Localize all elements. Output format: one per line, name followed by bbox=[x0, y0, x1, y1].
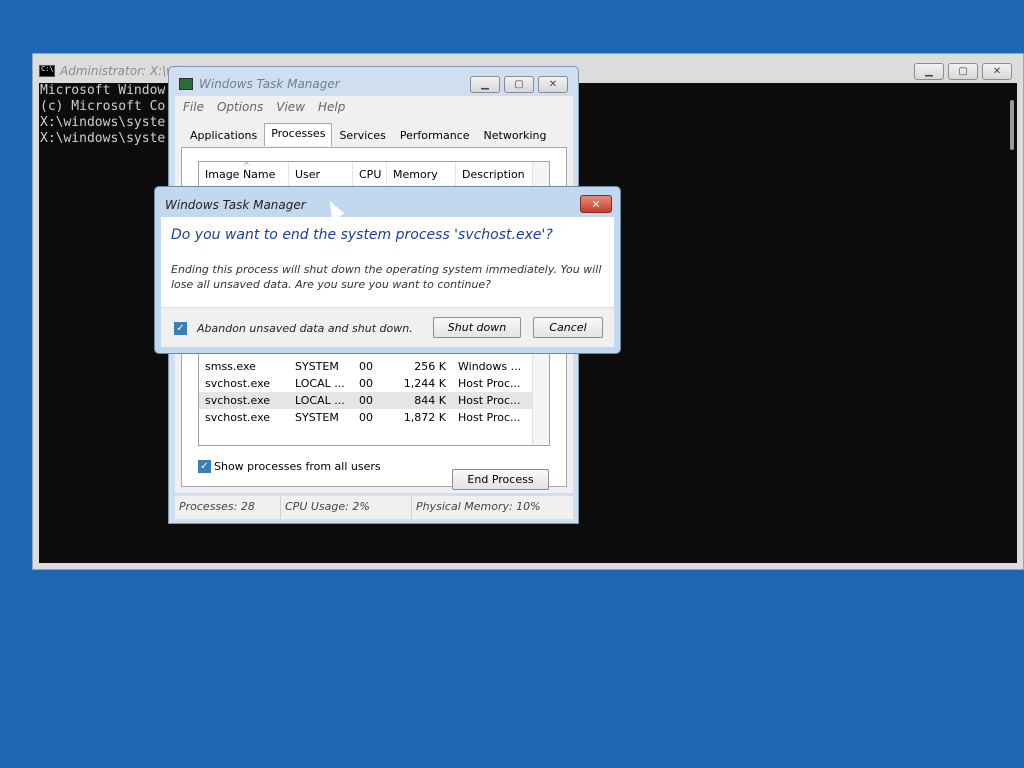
tab-strip: Applications Processes Services Performa… bbox=[183, 123, 554, 147]
column-headers: ^Image Name User Name CPU Memory (... De… bbox=[199, 162, 549, 207]
menu-bar: File Options View Help bbox=[175, 96, 573, 118]
tm-title: Windows Task Manager bbox=[199, 77, 340, 91]
task-manager-icon bbox=[179, 78, 193, 90]
tab-processes[interactable]: Processes bbox=[264, 123, 333, 146]
shut-down-button[interactable]: Shut down bbox=[433, 317, 521, 338]
tab-performance[interactable]: Performance bbox=[393, 125, 477, 146]
end-process-dialog[interactable]: Windows Task Manager ✕ Do you want to en… bbox=[154, 186, 621, 354]
menu-file[interactable]: File bbox=[183, 100, 204, 114]
tab-services[interactable]: Services bbox=[332, 125, 392, 146]
cancel-button[interactable]: Cancel bbox=[533, 317, 603, 338]
maximize-icon[interactable]: ▢ bbox=[504, 76, 534, 93]
maximize-icon[interactable]: ▢ bbox=[948, 63, 978, 80]
cmd-window-controls: ▁ ▢ ✕ bbox=[914, 63, 1012, 80]
tm-window-controls: ▁ ▢ ✕ bbox=[470, 76, 568, 93]
checkbox-checked-icon[interactable]: ✓ bbox=[198, 460, 211, 473]
minimize-icon[interactable]: ▁ bbox=[470, 76, 500, 93]
cmd-icon bbox=[39, 65, 55, 77]
close-icon[interactable]: ✕ bbox=[580, 195, 612, 213]
abandon-data-checkbox[interactable]: ✓ Abandon unsaved data and shut down. bbox=[174, 322, 413, 335]
show-all-users-checkbox[interactable]: ✓ Show processes from all users bbox=[198, 460, 381, 473]
abandon-data-label: Abandon unsaved data and shut down. bbox=[197, 322, 413, 335]
menu-help[interactable]: Help bbox=[318, 100, 345, 114]
cmd-scrollbar[interactable] bbox=[999, 83, 1017, 563]
cmd-title: Administrator: X:\wi bbox=[60, 64, 180, 78]
col-image-name[interactable]: ^ Image Name bbox=[199, 162, 289, 188]
table-row-selected[interactable]: svchost.exe LOCAL ... 00 844 K Host Proc… bbox=[199, 392, 549, 409]
close-icon[interactable]: ✕ bbox=[538, 76, 568, 93]
dialog-footer: ✓ Abandon unsaved data and shut down. Sh… bbox=[161, 307, 614, 347]
dialog-message: Ending this process will shut down the o… bbox=[171, 263, 602, 291]
status-processes: Processes: 28 bbox=[175, 496, 281, 519]
status-memory: Physical Memory: 10% bbox=[416, 500, 541, 513]
end-process-button[interactable]: End Process bbox=[452, 469, 549, 490]
col-user-name[interactable]: User Name bbox=[289, 162, 353, 207]
cmd-title-bar: Administrator: X:\wi bbox=[39, 63, 179, 79]
checkbox-checked-icon[interactable]: ✓ bbox=[174, 322, 187, 335]
cmd-scroll-thumb[interactable] bbox=[1010, 100, 1014, 150]
tab-networking[interactable]: Networking bbox=[477, 125, 554, 146]
status-cpu: CPU Usage: 2% bbox=[281, 496, 412, 519]
close-icon[interactable]: ✕ bbox=[982, 63, 1012, 80]
tm-title-bar: Windows Task Manager bbox=[179, 77, 340, 91]
dialog-content: Do you want to end the system process 's… bbox=[161, 217, 614, 307]
table-row[interactable]: svchost.exe LOCAL ... 00 1,244 K Host Pr… bbox=[199, 375, 549, 392]
dialog-title: Windows Task Manager bbox=[165, 198, 306, 212]
sort-ascending-icon: ^ bbox=[243, 161, 250, 170]
table-row[interactable]: smss.exe SYSTEM 00 256 K Windows ... bbox=[199, 358, 549, 375]
col-description[interactable]: Description bbox=[456, 162, 532, 188]
tab-applications[interactable]: Applications bbox=[183, 125, 264, 146]
menu-options[interactable]: Options bbox=[217, 100, 263, 114]
menu-view[interactable]: View bbox=[276, 100, 305, 114]
col-cpu[interactable]: CPU bbox=[353, 162, 387, 188]
minimize-icon[interactable]: ▁ bbox=[914, 63, 944, 80]
col-memory[interactable]: Memory (... bbox=[387, 162, 456, 207]
status-bar: Processes: 28 CPU Usage: 2% Physical Mem… bbox=[175, 496, 573, 519]
show-all-users-label: Show processes from all users bbox=[214, 460, 381, 473]
dialog-heading: Do you want to end the system process 's… bbox=[171, 227, 553, 243]
table-row[interactable]: svchost.exe SYSTEM 00 1,872 K Host Proc.… bbox=[199, 409, 549, 426]
